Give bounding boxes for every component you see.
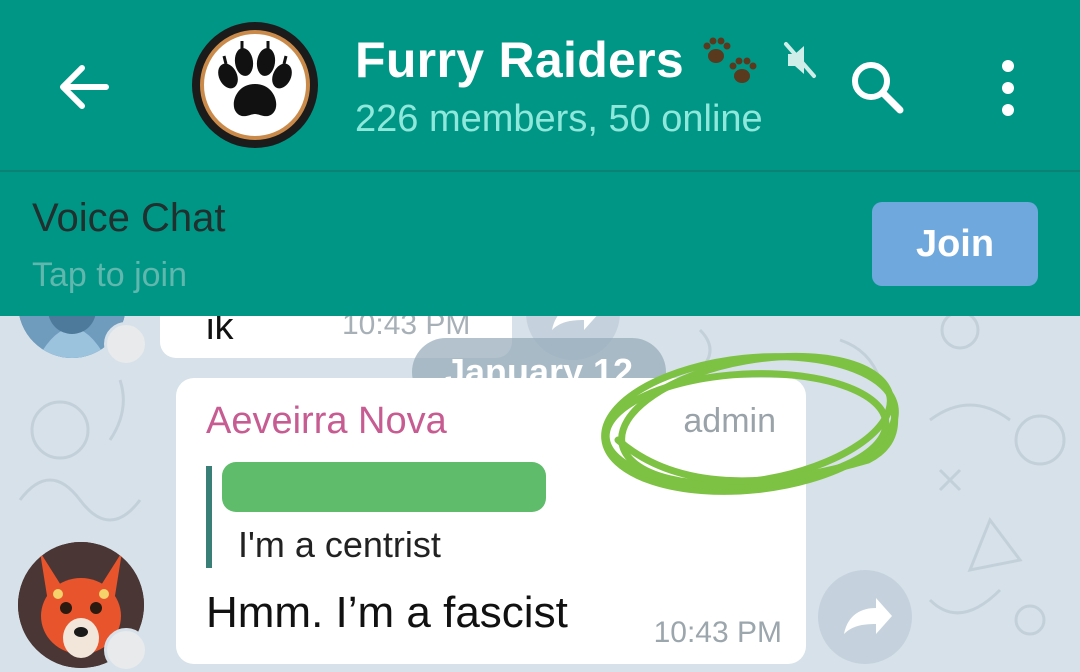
more-options-button[interactable]: [990, 56, 1026, 120]
sender-name[interactable]: Aeveirra Nova: [206, 400, 447, 443]
share-button[interactable]: [818, 570, 912, 664]
chat-title: Furry Raiders: [355, 32, 685, 88]
voice-chat-subtitle: Tap to join: [32, 256, 187, 294]
admin-badge: admin: [683, 402, 776, 440]
share-arrow-icon: [844, 598, 892, 634]
join-voice-chat-button[interactable]: Join: [872, 202, 1038, 286]
voice-chat-bar[interactable]: Voice Chat Tap to join Join: [0, 170, 1080, 316]
redaction-scribble: [222, 462, 546, 512]
online-status-dot: [104, 322, 148, 366]
message-bubble[interactable]: Aeveirra Nova admin I'm a centrist Hmm. …: [176, 378, 806, 664]
arrow-left-icon: [60, 65, 109, 109]
muted-speaker-icon: [784, 42, 817, 78]
reply-quote-bar: [206, 466, 212, 568]
reply-quote-text[interactable]: I'm a centrist: [238, 524, 441, 566]
message-time: 10:43 PM: [653, 616, 782, 649]
chat-header: Furry Raiders 226 members, 50 online: [0, 0, 1080, 170]
voice-chat-title: Voice Chat: [32, 196, 226, 240]
search-button[interactable]: [846, 56, 908, 118]
paw-prints-icon: [703, 37, 757, 83]
group-avatar[interactable]: [192, 22, 318, 148]
message-text: Hmm. I’m a fascist: [206, 588, 568, 637]
paw-logo-icon: [218, 41, 292, 117]
back-button[interactable]: [48, 52, 118, 122]
title-row[interactable]: Furry Raiders: [355, 30, 818, 90]
search-icon: [852, 62, 904, 114]
more-vertical-icon: [1002, 60, 1014, 116]
member-count: 226 members, 50 online: [355, 98, 763, 140]
sender-status-dot: [104, 628, 148, 672]
